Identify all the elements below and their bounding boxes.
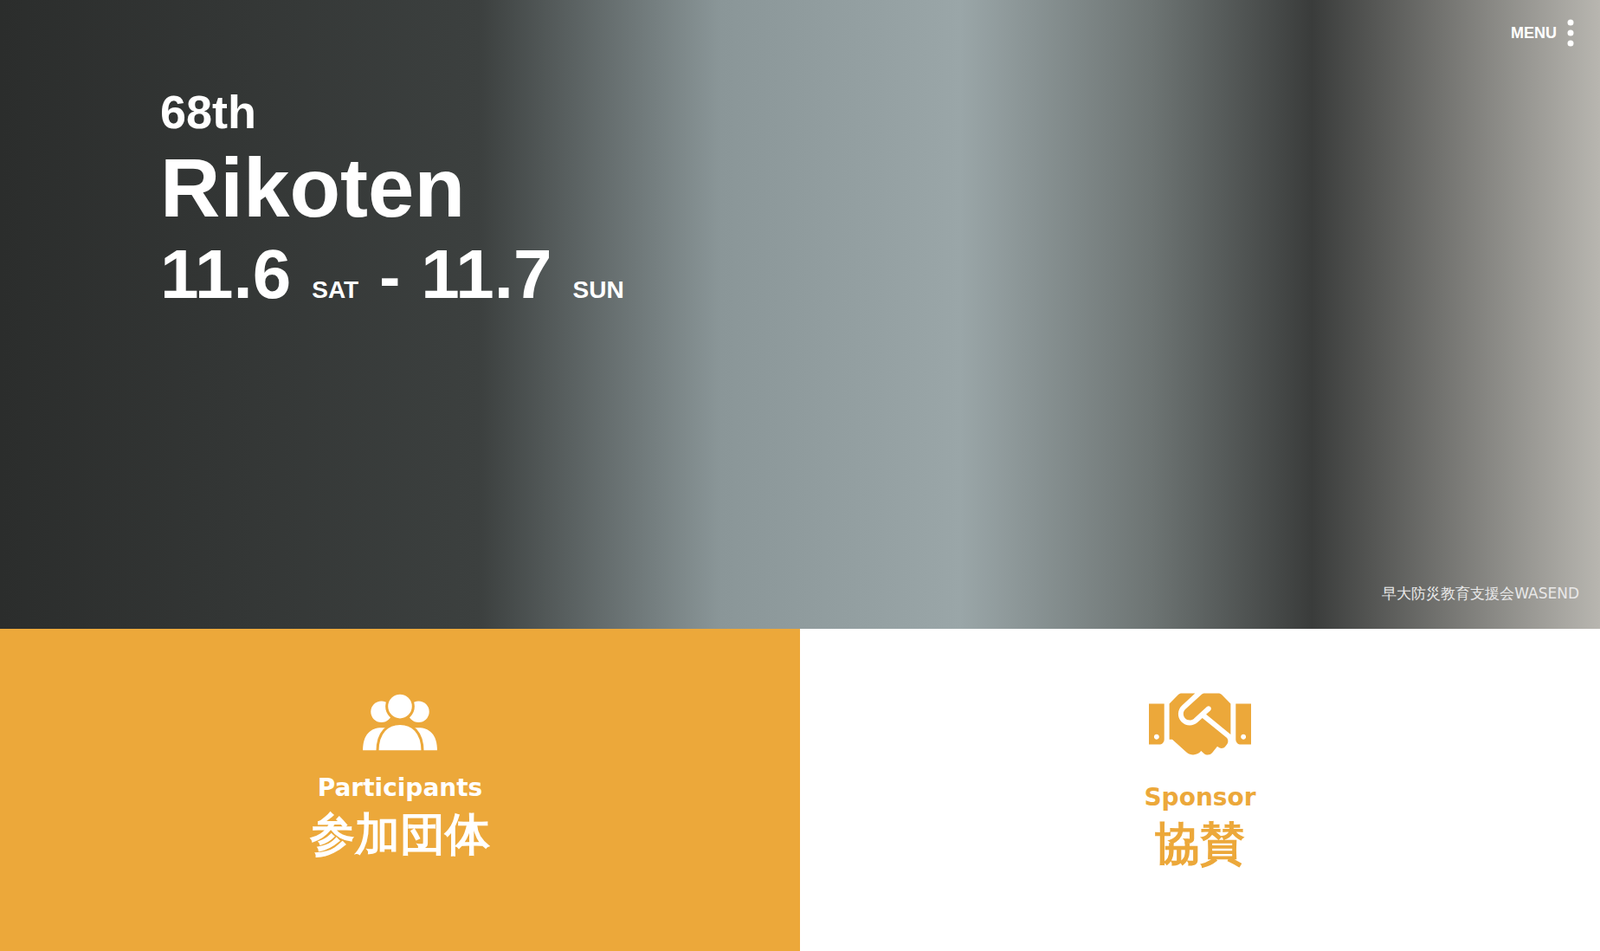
handshake-icon	[1148, 672, 1252, 775]
nav-cards: Participants参加団体Sponsor協賛	[0, 628, 1600, 951]
people-icon	[360, 682, 440, 762]
photo-credit: 早大防災教育支援会WASEND	[1381, 582, 1580, 606]
edition: 68th	[160, 83, 1600, 142]
more-icon	[1567, 19, 1575, 47]
dates: 11.6 SAT-11.7 SUN	[160, 239, 1600, 310]
nav-card[interactable]: Participants参加団体	[0, 628, 800, 951]
date: 11.6	[160, 239, 291, 310]
hero: 68thRikoten11.6 SAT-11.7 SUN MENU 早大防災教育支援会W…	[0, 0, 1600, 629]
menu-label: MENU	[1510, 21, 1557, 46]
hero-title: Rikoten	[160, 141, 1600, 234]
nav-card[interactable]: Sponsor協賛	[800, 628, 1600, 951]
card-japanese: 参加団体	[309, 806, 491, 863]
date-separator: -	[379, 245, 400, 308]
page: 68thRikoten11.6 SAT-11.7 SUN MENU 早大防災教育支援会W…	[0, 0, 1600, 951]
card-english: Participants	[317, 772, 484, 803]
card-japanese: 協賛	[1154, 815, 1246, 872]
date: 11.7	[420, 239, 552, 310]
menu-button[interactable]: MENU	[1510, 19, 1575, 47]
day: SUN	[573, 277, 625, 303]
day: SAT	[311, 277, 359, 303]
card-english: Sponsor	[1143, 781, 1256, 813]
